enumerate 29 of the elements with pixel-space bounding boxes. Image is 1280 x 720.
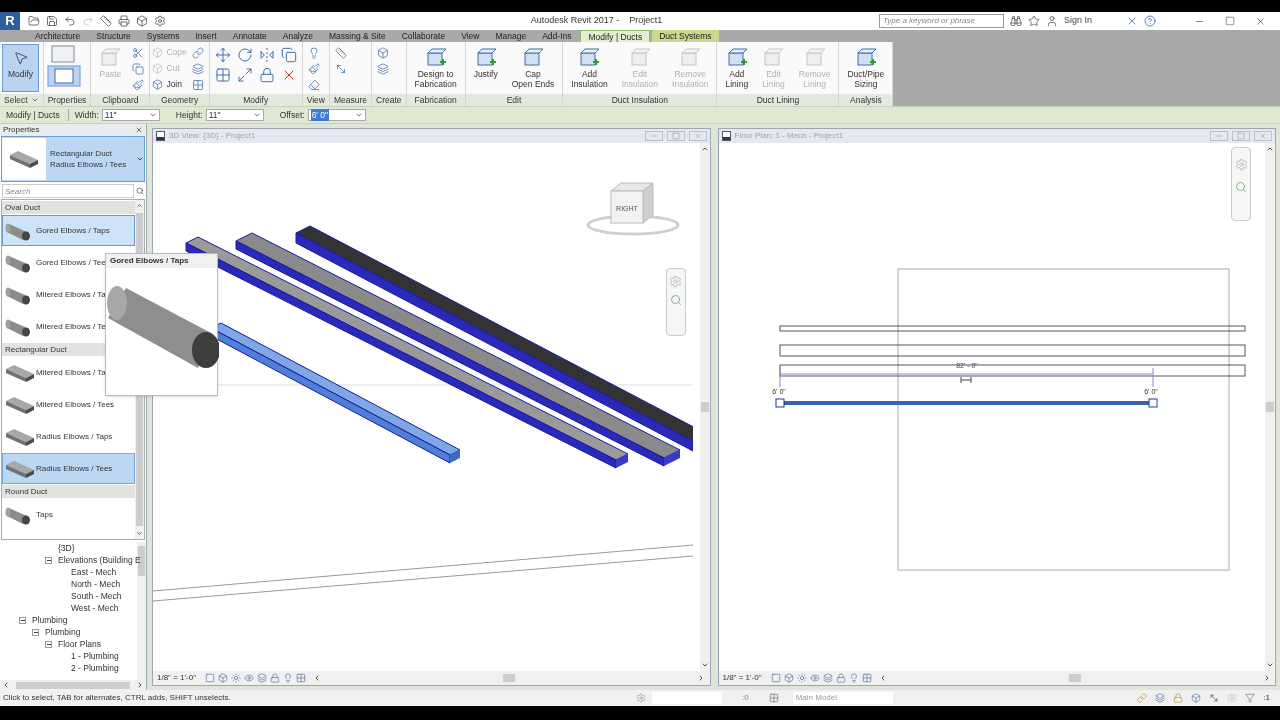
field-label: Offset: — [279, 108, 305, 122]
panel-label: Modify — [243, 93, 269, 107]
status-hint: Click to select, TAB for alternates, CTRL adds, SHIFT unselects. — [2, 692, 232, 704]
tooltip-title: Gored Elbows / Taps — [106, 254, 217, 268]
panel-label: Properties — [47, 93, 87, 107]
panel-label: Edit — [506, 93, 522, 107]
window-title: Autodesk Revit 2017 - — [530, 14, 620, 28]
workset-count: :0 — [742, 692, 749, 704]
group-heading: Oval Duct — [2, 201, 135, 214]
panel-label: Select — [4, 93, 28, 107]
view-title: Floor Plan: 1 - Mech - Project1 — [734, 130, 843, 142]
panel-title: Properties — [3, 124, 40, 136]
panel-label: Duct Lining — [756, 93, 800, 107]
panel-label: Analysis — [850, 93, 882, 107]
panel-label: Geometry — [160, 93, 199, 107]
context-label: Modify | Ducts — [6, 108, 69, 122]
panel-label: Create — [376, 93, 402, 107]
panel-label: Fabrication — [414, 93, 457, 107]
filter-count: :1 — [1263, 692, 1270, 704]
view-title: 3D View: {3D} - Project1 — [169, 130, 256, 142]
field-label: Height: — [175, 108, 203, 122]
document-title: Project1 — [629, 14, 663, 28]
group-heading: Round Duct — [2, 485, 135, 498]
field-label: Width: — [74, 108, 99, 122]
panel-label: Duct Insulation — [611, 93, 668, 107]
panel-label: View — [306, 93, 325, 107]
type-name: Rectangular Duct Radius Elbows / Tees — [50, 148, 128, 170]
panel-label: Measure — [334, 93, 368, 107]
panel-label: Clipboard — [102, 93, 139, 107]
